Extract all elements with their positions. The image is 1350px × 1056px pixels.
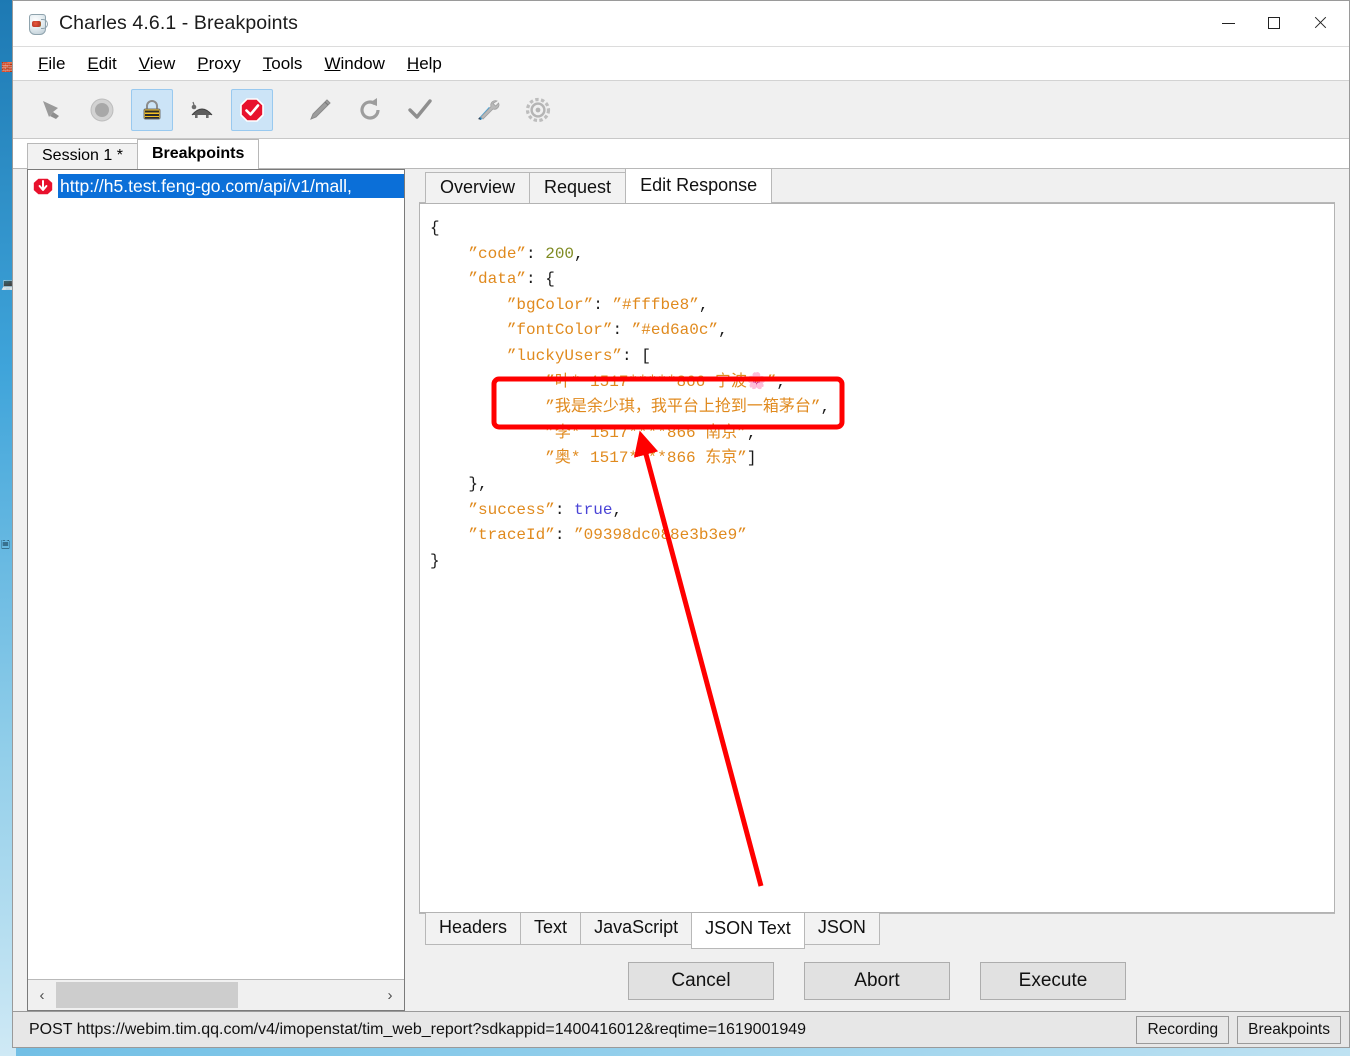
abort-button[interactable]: Abort: [804, 962, 950, 1000]
breakpoint-url-item[interactable]: http://h5.test.feng-go.com/api/v1/mall,: [58, 174, 404, 198]
json-line: ”luckyUsers”: [: [506, 346, 651, 365]
response-tab-strip: Overview Request Edit Response: [419, 168, 1335, 203]
maximize-button[interactable]: [1251, 1, 1297, 45]
status-message: POST https://webim.tim.qq.com/v4/imopens…: [29, 1020, 807, 1038]
tab-session-1[interactable]: Session 1 *: [27, 143, 138, 169]
json-line: },: [468, 474, 488, 493]
json-line: {: [430, 219, 440, 237]
validate-icon[interactable]: [399, 89, 441, 131]
tab-json-text[interactable]: JSON Text: [691, 913, 805, 949]
json-line: ”叶* 1517*****866 宁波🌸”,: [545, 372, 786, 391]
scroll-left-arrow-icon[interactable]: ‹: [28, 980, 56, 1010]
action-bar: Cancel Abort Execute: [419, 951, 1335, 1011]
repeat-icon[interactable]: [349, 89, 391, 131]
compose-icon[interactable]: [299, 89, 341, 131]
json-line: ”奥* 1517****866 东京”]: [545, 449, 757, 468]
menu-tools[interactable]: Tools: [252, 51, 314, 77]
scroll-right-arrow-icon[interactable]: ›: [376, 980, 404, 1010]
tab-overview[interactable]: Overview: [425, 172, 531, 203]
tab-javascript[interactable]: JavaScript: [580, 913, 693, 945]
json-line: ”fontColor”: ”#ed6a0c”,: [506, 321, 728, 340]
minimize-button[interactable]: [1205, 1, 1251, 45]
window-title: Charles 4.6.1 - Breakpoints: [59, 12, 298, 34]
format-tab-strip: Headers Text JavaScript JSON Text JSON: [419, 913, 1335, 951]
tab-text[interactable]: Text: [520, 913, 582, 945]
breakpoint-list-panel: http://h5.test.feng-go.com/api/v1/mall, …: [27, 169, 405, 1011]
menu-view[interactable]: View: [128, 51, 187, 77]
horizontal-scrollbar[interactable]: ‹ ›: [28, 979, 404, 1010]
tools-icon[interactable]: [467, 89, 509, 131]
recording-status-button[interactable]: Recording: [1136, 1015, 1230, 1044]
json-line: ”我是余少琪，我平台上抢到一箱茅台”,: [545, 398, 831, 417]
toolbar: [13, 81, 1349, 139]
status-bar: POST https://webim.tim.qq.com/v4/imopens…: [12, 1012, 1350, 1048]
menu-bar: File Edit View Proxy Tools Window Help: [13, 47, 1349, 81]
menu-help[interactable]: Help: [396, 51, 453, 77]
window-controls: [1205, 1, 1343, 45]
close-button[interactable]: [1297, 1, 1343, 45]
throttling-icon[interactable]: [181, 89, 223, 131]
body-split: http://h5.test.feng-go.com/api/v1/mall, …: [13, 168, 1349, 1011]
charles-vase-icon: [25, 12, 49, 36]
tab-request[interactable]: Request: [529, 172, 627, 203]
menu-edit[interactable]: Edit: [76, 51, 127, 77]
session-tab-strip: Session 1 * Breakpoints: [13, 139, 1349, 169]
menu-proxy[interactable]: Proxy: [186, 51, 251, 77]
title-bar: Charles 4.6.1 - Breakpoints: [13, 1, 1349, 47]
tab-headers[interactable]: Headers: [425, 913, 522, 945]
charles-main-window: Charles 4.6.1 - Breakpoints File Edit Vi…: [12, 0, 1350, 1012]
tab-json[interactable]: JSON: [803, 913, 880, 945]
scrollbar-track[interactable]: [56, 980, 376, 1010]
settings-icon[interactable]: [517, 89, 559, 131]
json-text-editor[interactable]: { ”code”: 200, ”data”: { ”bgColor”: ”#ff…: [419, 203, 1335, 913]
json-line: ”success”: true,: [468, 500, 623, 519]
breakpoints-status-button[interactable]: Breakpoints: [1237, 1015, 1341, 1044]
json-line: }: [430, 551, 440, 570]
record-stop-icon[interactable]: [81, 89, 123, 131]
tab-breakpoints[interactable]: Breakpoints: [136, 139, 260, 169]
breakpoint-stop-icon: [32, 176, 54, 196]
response-detail-panel: Overview Request Edit Response { ”code”:…: [419, 168, 1335, 1011]
ssl-proxying-icon[interactable]: [131, 88, 173, 131]
tree-row[interactable]: http://h5.test.feng-go.com/api/v1/mall,: [28, 173, 404, 199]
scrollbar-thumb[interactable]: [56, 982, 238, 1008]
execute-button[interactable]: Execute: [980, 962, 1126, 1000]
json-line: ”traceId”: ”09398dc088e3b3e9”: [468, 526, 747, 545]
breakpoint-tree[interactable]: http://h5.test.feng-go.com/api/v1/mall,: [28, 170, 404, 979]
json-code-content[interactable]: { ”code”: 200, ”data”: { ”bgColor”: ”#ff…: [430, 216, 1334, 574]
menu-file[interactable]: File: [27, 51, 76, 77]
json-line: ”bgColor”: ”#fffbe8”,: [506, 295, 709, 314]
clear-session-icon[interactable]: [31, 89, 73, 131]
json-line: ”李* 1517****866 南京”,: [545, 423, 757, 442]
json-line: ”data”: {: [468, 270, 555, 289]
tab-edit-response[interactable]: Edit Response: [625, 168, 773, 203]
json-line: ”code”: 200,: [468, 244, 584, 263]
menu-window[interactable]: Window: [313, 51, 395, 77]
breakpoints-icon[interactable]: [231, 88, 273, 131]
cancel-button[interactable]: Cancel: [628, 962, 774, 1000]
